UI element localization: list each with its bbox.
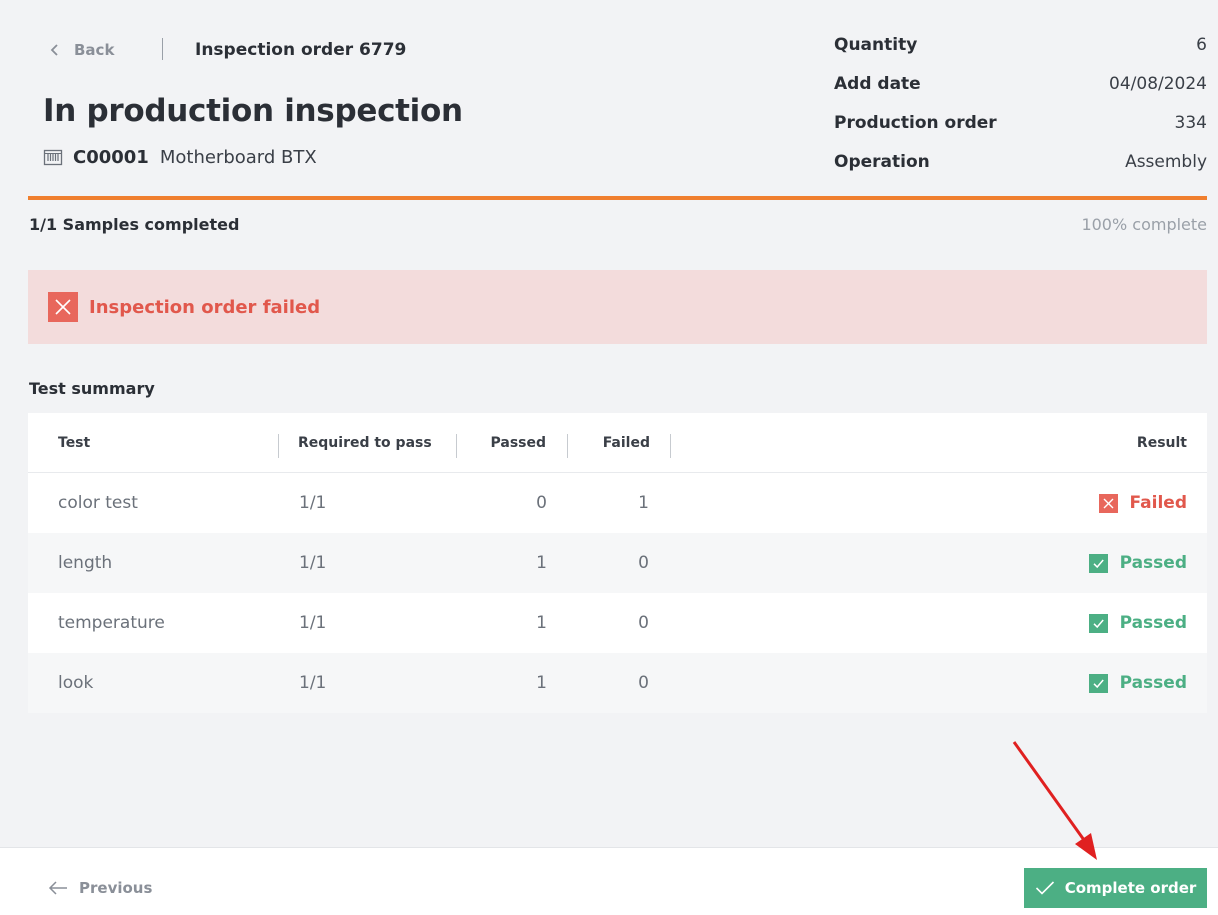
passed-check-icon (1088, 553, 1108, 573)
cell-passed: 1 (536, 613, 547, 633)
meta-row-quantity: Quantity 6 (834, 33, 1207, 72)
cell-failed: 0 (638, 613, 649, 633)
meta-row-production-order: Production order 334 (834, 111, 1207, 150)
previous-label: Previous (79, 879, 153, 897)
column-header-result[interactable]: Result (1137, 413, 1187, 473)
alert-text: Inspection order failed (89, 296, 321, 318)
column-divider (567, 434, 568, 458)
cell-failed: 0 (638, 553, 649, 573)
meta-row-add-date: Add date 04/08/2024 (834, 72, 1207, 111)
barcode-box-icon (43, 149, 63, 166)
page-header: Back Inspection order 6779 In production… (0, 0, 1218, 200)
product-code: C00001 (73, 146, 149, 168)
meta-value: Assembly (1125, 152, 1207, 172)
complete-order-button[interactable]: Complete order (1024, 868, 1207, 908)
result-status: Passed (1088, 533, 1187, 593)
column-header-test[interactable]: Test (58, 413, 90, 473)
footer-bar: Previous Complete order (0, 847, 1218, 915)
divider (162, 38, 163, 60)
back-button[interactable]: Back (50, 38, 114, 62)
result-label: Passed (1119, 553, 1187, 573)
cell-passed: 1 (536, 553, 547, 573)
cell-required: 1/1 (299, 673, 327, 693)
table-row[interactable]: length 1/1 1 0 Passed (28, 533, 1207, 593)
test-summary-table: Test Required to pass Passed Failed Resu… (28, 413, 1207, 713)
product-name: Motherboard BTX (159, 146, 317, 168)
failure-alert: Inspection order failed (28, 270, 1207, 344)
result-label: Failed (1129, 493, 1187, 513)
column-header-required[interactable]: Required to pass (298, 413, 432, 473)
cell-passed: 1 (536, 673, 547, 693)
progress-bar-fill (28, 196, 1207, 200)
column-divider (278, 434, 279, 458)
result-status: Passed (1088, 653, 1187, 713)
order-title: Inspection order 6779 (195, 40, 407, 60)
cell-test: look (58, 673, 94, 693)
back-label: Back (74, 41, 115, 59)
table-row[interactable]: temperature 1/1 1 0 Passed (28, 593, 1207, 653)
table-row[interactable]: color test 1/1 0 1 Failed (28, 473, 1207, 533)
page-title: In production inspection (43, 93, 463, 129)
complete-order-label: Complete order (1064, 879, 1197, 897)
table-row[interactable]: look 1/1 1 0 Passed (28, 653, 1207, 713)
checkmark-icon (1035, 881, 1054, 895)
meta-label: Add date (834, 74, 921, 94)
order-meta: Quantity 6 Add date 04/08/2024 Productio… (834, 33, 1207, 189)
meta-label: Quantity (834, 35, 918, 55)
samples-completed: 1/1 Samples completed (29, 215, 240, 234)
passed-check-icon (1088, 673, 1108, 693)
result-label: Passed (1119, 613, 1187, 633)
column-divider (670, 434, 671, 458)
previous-button[interactable]: Previous (48, 876, 152, 900)
cell-failed: 1 (638, 493, 649, 513)
table-header: Test Required to pass Passed Failed Resu… (28, 413, 1207, 473)
cell-required: 1/1 (299, 553, 327, 573)
column-header-failed[interactable]: Failed (578, 413, 650, 473)
meta-value: 6 (1196, 35, 1207, 55)
cell-required: 1/1 (299, 613, 327, 633)
chevron-left-icon (50, 44, 58, 56)
column-header-passed[interactable]: Passed (468, 413, 546, 473)
close-x-icon (48, 292, 78, 322)
percent-complete: 100% complete (1081, 215, 1207, 234)
cell-test: color test (58, 493, 138, 513)
column-divider (456, 434, 457, 458)
result-status: Passed (1088, 593, 1187, 653)
arrow-left-icon (48, 881, 67, 895)
cell-failed: 0 (638, 673, 649, 693)
failed-x-icon (1098, 493, 1118, 513)
meta-row-operation: Operation Assembly (834, 150, 1207, 189)
meta-label: Production order (834, 113, 997, 133)
meta-label: Operation (834, 152, 930, 172)
section-title: Test summary (29, 379, 155, 398)
result-status: Failed (1098, 473, 1187, 533)
cell-test: length (58, 553, 113, 573)
product-info: C00001 Motherboard BTX (43, 145, 317, 169)
cell-test: temperature (58, 613, 165, 633)
passed-check-icon (1088, 613, 1108, 633)
meta-value: 04/08/2024 (1109, 74, 1207, 94)
cell-passed: 0 (536, 493, 547, 513)
result-label: Passed (1119, 673, 1187, 693)
progress-bar (28, 196, 1207, 200)
cell-required: 1/1 (299, 493, 327, 513)
meta-value: 334 (1174, 113, 1207, 133)
